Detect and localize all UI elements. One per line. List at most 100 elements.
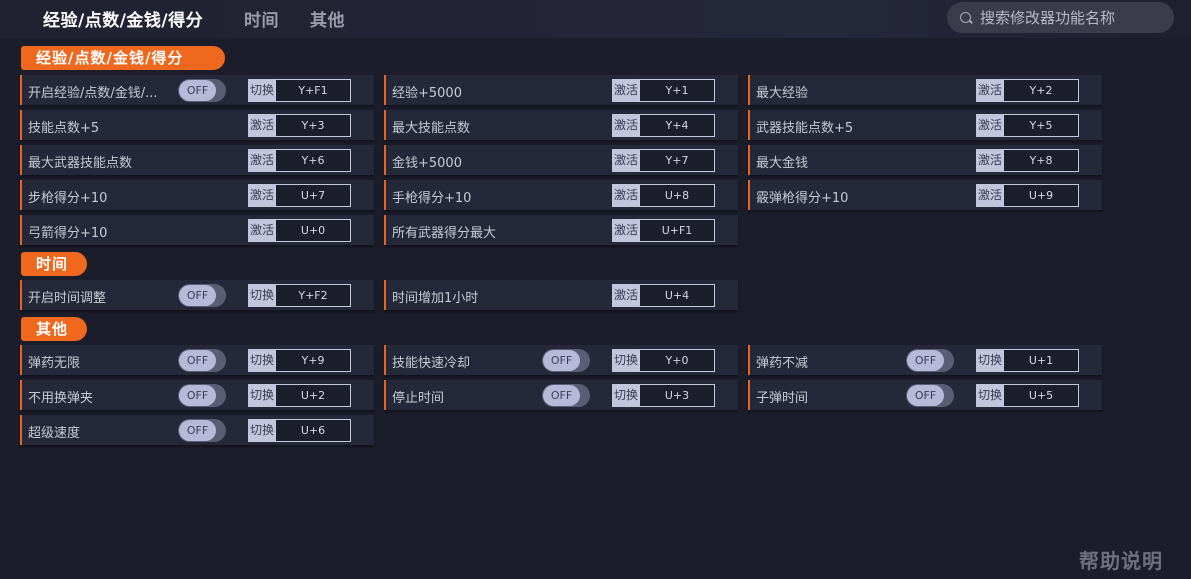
hotkey-field[interactable]: U+0 xyxy=(275,219,351,242)
hotkey-field[interactable]: Y+8 xyxy=(1003,149,1079,172)
cheat-row: 武器技能点数+5 激活 Y+5 xyxy=(748,110,1102,140)
cheat-label: 武器技能点数+5 xyxy=(756,121,854,136)
action-button[interactable]: 切换 xyxy=(248,419,276,442)
cheat-row: 步枪得分+10 激活 U+7 xyxy=(20,180,374,210)
cheat-row: 时间增加1小时 激活 U+4 xyxy=(384,280,738,310)
section-header-exp: 经验/点数/金钱/得分 xyxy=(21,46,225,70)
action-button[interactable]: 切换 xyxy=(976,349,1004,372)
cheat-row: 超级速度 OFF 切换 U+6 xyxy=(20,415,374,445)
hotkey-field[interactable]: U+F1 xyxy=(639,219,715,242)
action-button[interactable]: 激活 xyxy=(976,149,1004,172)
toggle-state: OFF xyxy=(179,285,216,306)
hotkey-field[interactable]: U+5 xyxy=(1003,384,1079,407)
hotkey-field[interactable]: Y+2 xyxy=(1003,79,1079,102)
action-button[interactable]: 激活 xyxy=(612,184,640,207)
hotkey-field[interactable]: U+9 xyxy=(1003,184,1079,207)
cheat-label: 最大技能点数 xyxy=(392,121,471,136)
hotkey-field[interactable]: U+1 xyxy=(1003,349,1079,372)
toggle-switch[interactable]: OFF xyxy=(906,349,954,372)
hotkey-field[interactable]: Y+0 xyxy=(639,349,715,372)
action-button[interactable]: 切换 xyxy=(248,349,276,372)
toggle-state: OFF xyxy=(907,385,944,406)
toggle-switch[interactable]: OFF xyxy=(178,419,226,442)
action-button[interactable]: 激活 xyxy=(976,114,1004,137)
cheat-label: 技能快速冷却 xyxy=(392,356,471,371)
cheat-row: 弹药无限 OFF 切换 Y+9 xyxy=(20,345,374,375)
action-button[interactable]: 切换 xyxy=(248,79,276,102)
toggle-state: OFF xyxy=(179,350,216,371)
toggle-switch[interactable]: OFF xyxy=(178,284,226,307)
toggle-state: OFF xyxy=(543,350,580,371)
action-button[interactable]: 激活 xyxy=(976,184,1004,207)
cheat-row: 不用换弹夹 OFF 切换 U+2 xyxy=(20,380,374,410)
search-input[interactable] xyxy=(980,8,1165,28)
cheat-label: 弹药不减 xyxy=(756,356,809,371)
cheat-label: 开启经验/点数/金钱/... xyxy=(28,86,158,101)
cheat-row: 停止时间 OFF 切换 U+3 xyxy=(384,380,738,410)
action-button[interactable]: 激活 xyxy=(612,219,640,242)
cheat-row: 经验+5000 激活 Y+1 xyxy=(384,75,738,105)
action-button[interactable]: 切换 xyxy=(248,284,276,307)
cheat-label: 最大金钱 xyxy=(756,156,809,171)
hotkey-field[interactable]: Y+5 xyxy=(1003,114,1079,137)
search-box xyxy=(947,2,1174,33)
cheat-label: 超级速度 xyxy=(28,426,81,441)
tab-time[interactable]: 时间 xyxy=(244,6,279,31)
search-icon xyxy=(960,12,971,23)
cheat-row: 技能快速冷却 OFF 切换 Y+0 xyxy=(384,345,738,375)
hotkey-field[interactable]: Y+F1 xyxy=(275,79,351,102)
cheat-label: 停止时间 xyxy=(392,391,445,406)
cheat-label: 技能点数+5 xyxy=(28,121,100,136)
action-button[interactable]: 激活 xyxy=(612,284,640,307)
toggle-switch[interactable]: OFF xyxy=(542,349,590,372)
cheat-label: 所有武器得分最大 xyxy=(392,226,497,241)
hotkey-field[interactable]: Y+4 xyxy=(639,114,715,137)
action-button[interactable]: 激活 xyxy=(248,219,276,242)
section-header-time: 时间 xyxy=(21,252,87,276)
hotkey-field[interactable]: Y+F2 xyxy=(275,284,351,307)
action-button[interactable]: 切换 xyxy=(248,384,276,407)
toggle-state: OFF xyxy=(179,80,216,101)
toggle-switch[interactable]: OFF xyxy=(178,79,226,102)
hotkey-field[interactable]: Y+1 xyxy=(639,79,715,102)
action-button[interactable]: 激活 xyxy=(612,149,640,172)
action-button[interactable]: 切换 xyxy=(976,384,1004,407)
toggle-state: OFF xyxy=(543,385,580,406)
action-button[interactable]: 激活 xyxy=(612,114,640,137)
cheat-row: 开启经验/点数/金钱/... OFF 切换 Y+F1 xyxy=(20,75,374,105)
hotkey-field[interactable]: Y+7 xyxy=(639,149,715,172)
action-button[interactable]: 激活 xyxy=(248,114,276,137)
action-button[interactable]: 切换 xyxy=(612,349,640,372)
action-button[interactable]: 激活 xyxy=(248,184,276,207)
hotkey-field[interactable]: U+8 xyxy=(639,184,715,207)
toggle-switch[interactable]: OFF xyxy=(906,384,954,407)
tab-other[interactable]: 其他 xyxy=(310,6,345,31)
action-button[interactable]: 激活 xyxy=(248,149,276,172)
cheat-row: 弹药不减 OFF 切换 U+1 xyxy=(748,345,1102,375)
hotkey-field[interactable]: U+3 xyxy=(639,384,715,407)
hotkey-field[interactable]: U+2 xyxy=(275,384,351,407)
tab-exp-points-money-score[interactable]: 经验/点数/金钱/得分 xyxy=(43,6,203,31)
action-button[interactable]: 切换 xyxy=(612,384,640,407)
toggle-switch[interactable]: OFF xyxy=(178,384,226,407)
hotkey-field[interactable]: Y+3 xyxy=(275,114,351,137)
hotkey-field[interactable]: U+7 xyxy=(275,184,351,207)
hotkey-field[interactable]: U+6 xyxy=(275,419,351,442)
help-link[interactable]: 帮助说明 xyxy=(1079,545,1163,574)
hotkey-field[interactable]: Y+9 xyxy=(275,349,351,372)
cheat-label: 最大经验 xyxy=(756,86,809,101)
action-button[interactable]: 激活 xyxy=(976,79,1004,102)
cheat-row: 最大经验 激活 Y+2 xyxy=(748,75,1102,105)
hotkey-field[interactable]: Y+6 xyxy=(275,149,351,172)
cheat-label: 弹药无限 xyxy=(28,356,81,371)
action-button[interactable]: 激活 xyxy=(612,79,640,102)
cheat-label: 最大武器技能点数 xyxy=(28,156,133,171)
cheat-row: 最大武器技能点数 激活 Y+6 xyxy=(20,145,374,175)
toggle-switch[interactable]: OFF xyxy=(178,349,226,372)
cheat-label: 不用换弹夹 xyxy=(28,391,94,406)
cheat-label: 金钱+5000 xyxy=(392,156,462,171)
toggle-switch[interactable]: OFF xyxy=(542,384,590,407)
cheat-label: 弓箭得分+10 xyxy=(28,226,108,241)
hotkey-field[interactable]: U+4 xyxy=(639,284,715,307)
cheat-label: 手枪得分+10 xyxy=(392,191,472,206)
